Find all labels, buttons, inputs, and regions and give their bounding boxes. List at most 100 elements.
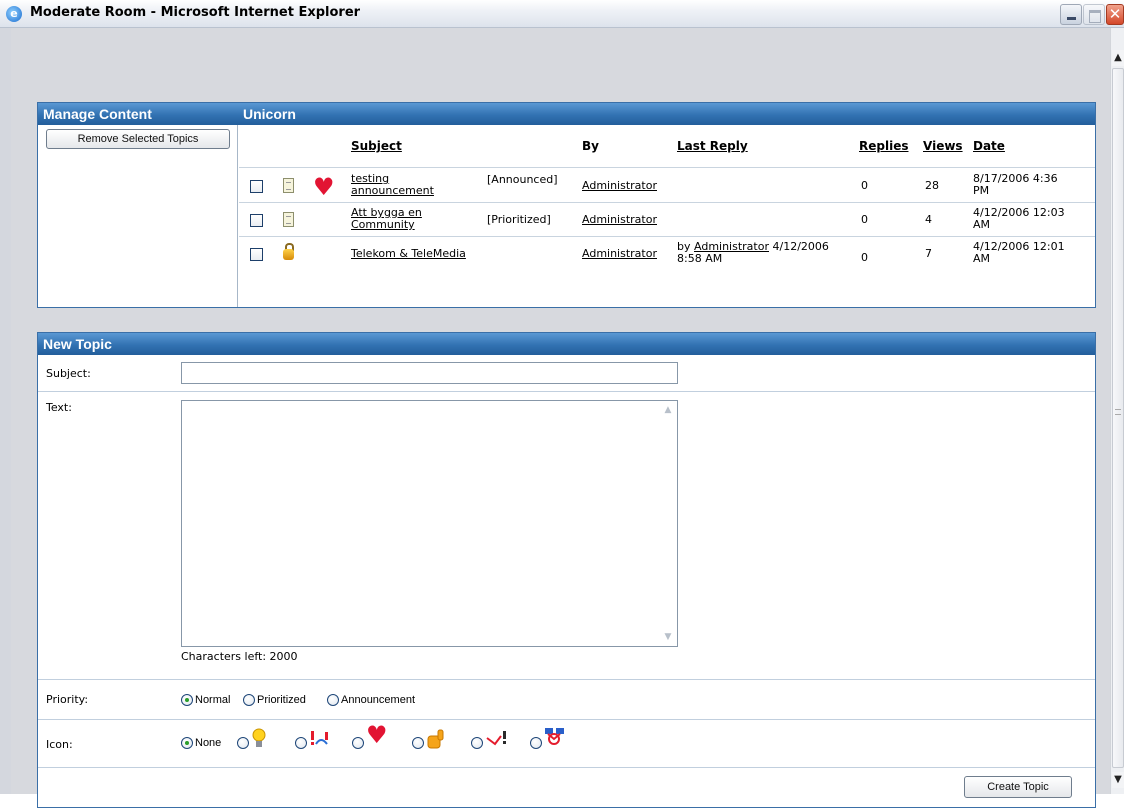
icon-question-radio[interactable] bbox=[471, 737, 483, 749]
subject-line: announcement bbox=[351, 184, 434, 197]
question-icon bbox=[486, 731, 506, 746]
column-subject[interactable]: Subject bbox=[351, 139, 402, 153]
priority-announcement-radio[interactable] bbox=[327, 694, 339, 706]
column-by: By bbox=[582, 139, 599, 153]
maximize-button[interactable] bbox=[1083, 4, 1105, 25]
icon-none-label[interactable]: None bbox=[195, 737, 221, 749]
table-row: ♥ testing announcement [Announced] Admin… bbox=[239, 169, 1095, 203]
manage-content-panel: Manage Content Unicorn Remove Selected T… bbox=[37, 102, 1096, 308]
table-row: Att bygga en Community [Prioritized] Adm… bbox=[239, 203, 1095, 237]
subject-input[interactable] bbox=[181, 362, 678, 384]
last-reply-date: 4/12/2006 bbox=[772, 240, 829, 253]
priority-row: Priority: Normal Prioritized Announcemen… bbox=[38, 680, 1095, 720]
topic-views: 4 bbox=[925, 213, 932, 226]
topic-status: [Announced] bbox=[487, 173, 558, 186]
last-reply-time: 8:58 AM bbox=[677, 252, 723, 265]
icon-lightbulb-radio[interactable] bbox=[237, 737, 249, 749]
icon-row: Icon: None ♥ bbox=[38, 720, 1095, 768]
lock-icon bbox=[283, 243, 294, 261]
minimize-button[interactable] bbox=[1060, 4, 1082, 25]
topic-subject-link[interactable]: Att bygga en Community bbox=[351, 207, 422, 231]
heart-icon: ♥ bbox=[366, 721, 388, 749]
scroll-up-icon[interactable]: ▲ bbox=[661, 403, 675, 417]
priority-prioritized-label[interactable]: Prioritized bbox=[257, 694, 306, 706]
date-line: AM bbox=[973, 252, 991, 265]
icon-none-radio[interactable] bbox=[181, 737, 193, 749]
date-line: AM bbox=[973, 218, 991, 231]
window-frame bbox=[0, 28, 11, 794]
scroll-down-icon[interactable]: ▼ bbox=[1112, 772, 1124, 788]
subject-line: Community bbox=[351, 218, 415, 231]
icon-heart-radio[interactable] bbox=[352, 737, 364, 749]
row-checkbox[interactable] bbox=[250, 214, 263, 227]
column-last-reply[interactable]: Last Reply bbox=[677, 139, 748, 153]
text-input[interactable]: ▲ ▼ bbox=[181, 400, 678, 647]
row-checkbox[interactable] bbox=[250, 248, 263, 261]
icon-exclamation-radio[interactable] bbox=[295, 737, 307, 749]
topic-subject-link[interactable]: Telekom & TeleMedia bbox=[351, 248, 466, 260]
create-topic-button[interactable]: Create Topic bbox=[964, 776, 1072, 798]
manage-content-header: Manage Content Unicorn bbox=[38, 103, 1095, 125]
page-scrollbar[interactable]: ▲ ▼ bbox=[1110, 28, 1124, 794]
topic-views: 28 bbox=[925, 179, 939, 192]
text-label: Text: bbox=[46, 401, 72, 414]
room-name: Unicorn bbox=[243, 106, 296, 122]
icon-handshake-radio[interactable] bbox=[530, 737, 542, 749]
icon-label: Icon: bbox=[46, 738, 73, 751]
topic-last-reply: by Administrator 4/12/2006 8:58 AM bbox=[677, 241, 829, 265]
priority-prioritized-radio[interactable] bbox=[243, 694, 255, 706]
topic-date: 4/12/2006 12:01 AM bbox=[973, 241, 1065, 265]
topic-status: [Prioritized] bbox=[487, 213, 551, 226]
document-icon bbox=[283, 212, 294, 227]
scroll-down-icon[interactable]: ▼ bbox=[661, 630, 675, 644]
page-content: Manage Content Unicorn Remove Selected T… bbox=[11, 28, 1110, 808]
thumbs-up-icon bbox=[427, 729, 444, 749]
topic-replies: 0 bbox=[861, 213, 868, 226]
document-icon bbox=[283, 178, 294, 193]
new-topic-header: New Topic bbox=[38, 333, 1095, 355]
characters-left: Characters left: 2000 bbox=[181, 650, 298, 663]
column-replies[interactable]: Replies bbox=[859, 139, 908, 153]
actions-row: Create Topic bbox=[38, 768, 1095, 807]
header-divider bbox=[239, 167, 1095, 168]
exclamation-icon bbox=[311, 731, 328, 745]
window-title: Moderate Room - Microsoft Internet Explo… bbox=[30, 5, 361, 20]
topic-date: 4/12/2006 12:03 AM bbox=[973, 207, 1065, 231]
topic-subject-link[interactable]: testing announcement bbox=[351, 173, 434, 197]
topic-replies: 0 bbox=[861, 179, 868, 192]
heart-icon: ♥ bbox=[313, 173, 335, 201]
close-button[interactable]: ✕ bbox=[1106, 4, 1124, 25]
text-row: Text: ▲ ▼ Characters left: 2000 bbox=[38, 392, 1095, 680]
manage-actions: Remove Selected Topics bbox=[38, 125, 238, 307]
priority-normal-radio[interactable] bbox=[181, 694, 193, 706]
lightbulb-icon bbox=[252, 728, 266, 747]
topic-author-link[interactable]: Administrator bbox=[582, 248, 657, 260]
subject-label: Subject: bbox=[46, 367, 91, 380]
handshake-icon bbox=[545, 728, 564, 745]
topic-author-link[interactable]: Administrator bbox=[582, 180, 657, 192]
new-topic-heading: New Topic bbox=[43, 336, 112, 352]
icon-thumbs-up-radio[interactable] bbox=[412, 737, 424, 749]
priority-normal-label[interactable]: Normal bbox=[195, 694, 230, 706]
window-titlebar: e Moderate Room - Microsoft Internet Exp… bbox=[0, 0, 1124, 28]
subject-row: Subject: bbox=[38, 355, 1095, 392]
priority-label: Priority: bbox=[46, 693, 89, 706]
textarea-scrollbar[interactable]: ▲ ▼ bbox=[659, 401, 677, 646]
remove-selected-topics-button[interactable]: Remove Selected Topics bbox=[46, 129, 230, 149]
grip-icon bbox=[1115, 409, 1121, 415]
ie-logo-icon: e bbox=[6, 6, 22, 22]
topic-replies: 0 bbox=[861, 251, 868, 264]
row-checkbox[interactable] bbox=[250, 180, 263, 193]
column-date[interactable]: Date bbox=[973, 139, 1005, 153]
column-views[interactable]: Views bbox=[923, 139, 963, 153]
scroll-up-icon[interactable]: ▲ bbox=[1112, 50, 1124, 66]
topic-date: 8/17/2006 4:36 PM bbox=[973, 173, 1058, 197]
topic-views: 7 bbox=[925, 247, 932, 260]
manage-content-heading: Manage Content bbox=[43, 106, 152, 122]
table-row: Telekom & TeleMedia Administrator by Adm… bbox=[239, 237, 1095, 271]
topic-author-link[interactable]: Administrator bbox=[582, 214, 657, 226]
priority-announcement-label[interactable]: Announcement bbox=[341, 694, 415, 706]
new-topic-panel: New Topic Subject: Text: ▲ ▼ Characters … bbox=[37, 332, 1096, 808]
date-line: PM bbox=[973, 184, 990, 197]
scrollbar-thumb[interactable] bbox=[1112, 68, 1124, 768]
